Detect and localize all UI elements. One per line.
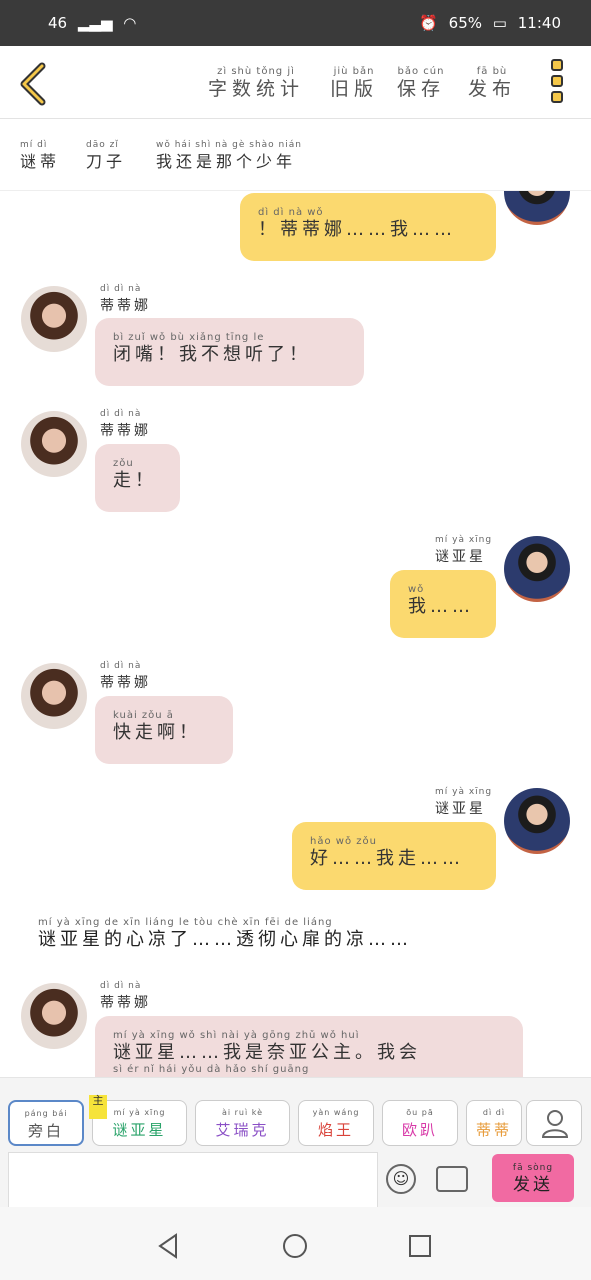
old-version-button[interactable]: jiù bǎn 旧版 (330, 66, 378, 100)
avatar[interactable] (21, 286, 87, 352)
tag-bar: mí dì 谜蒂 dāo zǐ 刀子 wǒ hái shì nà gè shào n… (0, 119, 591, 191)
speaker-name: dì dì nà 蒂蒂娜 (100, 409, 151, 439)
character-chip[interactable]: ōu pā 欧趴 (382, 1100, 458, 1146)
avatar[interactable] (21, 983, 87, 1049)
publish-button[interactable]: fā bù 发布 (468, 66, 516, 100)
recents-icon[interactable] (408, 1234, 432, 1258)
message-bubble[interactable]: dì dì nà wǒ ！蒂蒂娜……我…… (240, 193, 496, 261)
avatar[interactable] (21, 663, 87, 729)
message-bubble[interactable]: zǒu 走！ (95, 444, 180, 512)
character-chip[interactable]: páng bái 旁白 (8, 1100, 84, 1146)
message-bubble[interactable]: kuài zǒu ā 快走啊！ (95, 696, 233, 764)
send-button[interactable]: fā sòng 发送 (492, 1154, 574, 1202)
status-bar: 46 ▂▃▅ ◠ ⏰ 65% ▭ 11:40 (0, 0, 591, 46)
speaker-name: dì dì nà 蒂蒂娜 (100, 661, 151, 691)
status-left: 46 ▂▃▅ ◠ (48, 14, 142, 32)
tag-item[interactable]: mí dì 谜蒂 (20, 139, 60, 173)
message-bubble[interactable]: hǎo wǒ zǒu 好……我走…… (292, 822, 496, 890)
avatar[interactable] (504, 536, 570, 602)
back-arrow-icon[interactable] (16, 62, 56, 106)
message-bubble[interactable]: wǒ 我…… (390, 570, 496, 638)
speaker-name: mí yà xīng 谜亚星 (435, 535, 493, 565)
home-icon[interactable] (282, 1233, 308, 1259)
image-icon[interactable] (436, 1166, 468, 1192)
character-selector: páng bái 旁白 主 mí yà xīng 谜亚星 ài ruì kè 艾瑞克 y… (0, 1077, 591, 1208)
save-button[interactable]: bǎo cún 保存 (397, 66, 445, 100)
tag-item[interactable]: wǒ hái shì nà gè shào nián 我还是那个少年 (156, 139, 302, 173)
tag-item[interactable]: dāo zǐ 刀子 (86, 139, 126, 173)
narration-text[interactable]: mí yà xīng de xīn liáng le tòu chè xīn f… (38, 917, 412, 951)
system-nav-bar (0, 1207, 591, 1280)
main-badge: 主 (89, 1095, 107, 1119)
clock: 11:40 (517, 14, 561, 32)
word-count-button[interactable]: zì shù tǒng jì 字数统计 (208, 66, 304, 100)
signal-bars-icon: ▂▃▅ (77, 14, 113, 32)
alarm-icon: ⏰ (419, 14, 438, 32)
wifi-icon: ◠ (123, 14, 137, 32)
message-bubble[interactable]: bì zuǐ wǒ bù xiǎng tīng le 闭嘴！我不想听了！ (95, 318, 364, 386)
top-toolbar: zì shù tǒng jì 字数统计 jiù bǎn 旧版 bǎo cún 保存 f… (0, 46, 591, 119)
back-icon[interactable] (156, 1233, 180, 1259)
character-chip[interactable]: ài ruì kè 艾瑞克 (195, 1100, 290, 1146)
speaker-name: dì dì nà 蒂蒂娜 (100, 981, 151, 1011)
avatar[interactable] (21, 411, 87, 477)
message-bubble[interactable]: mí yà xīng wǒ shì nài yà gōng zhǔ wǒ huì… (95, 1016, 523, 1077)
speaker-name: mí yà xīng 谜亚星 (435, 787, 493, 817)
signal-indicator: 46 (48, 14, 68, 32)
user-icon[interactable] (526, 1100, 582, 1146)
battery-icon: ▭ (492, 14, 507, 32)
avatar[interactable] (504, 191, 570, 225)
chat-area[interactable]: dì dì nà wǒ ！蒂蒂娜……我…… dì dì nà 蒂蒂娜 bì zuǐ … (0, 191, 591, 1077)
character-chip[interactable]: 主 mí yà xīng 谜亚星 (89, 1095, 187, 1146)
status-right: ⏰ 65% ▭ 11:40 (419, 14, 567, 32)
more-menu-icon[interactable] (551, 59, 567, 105)
message-input[interactable] (8, 1152, 378, 1208)
avatar[interactable] (504, 788, 570, 854)
battery-percent: 65% (448, 14, 483, 32)
speaker-name: dì dì nà 蒂蒂娜 (100, 284, 151, 314)
character-chip[interactable]: yàn wáng 焰王 (298, 1100, 374, 1146)
emoji-icon[interactable]: ☺ (386, 1164, 416, 1194)
character-chip[interactable]: dì dì 蒂蒂 (466, 1100, 522, 1146)
